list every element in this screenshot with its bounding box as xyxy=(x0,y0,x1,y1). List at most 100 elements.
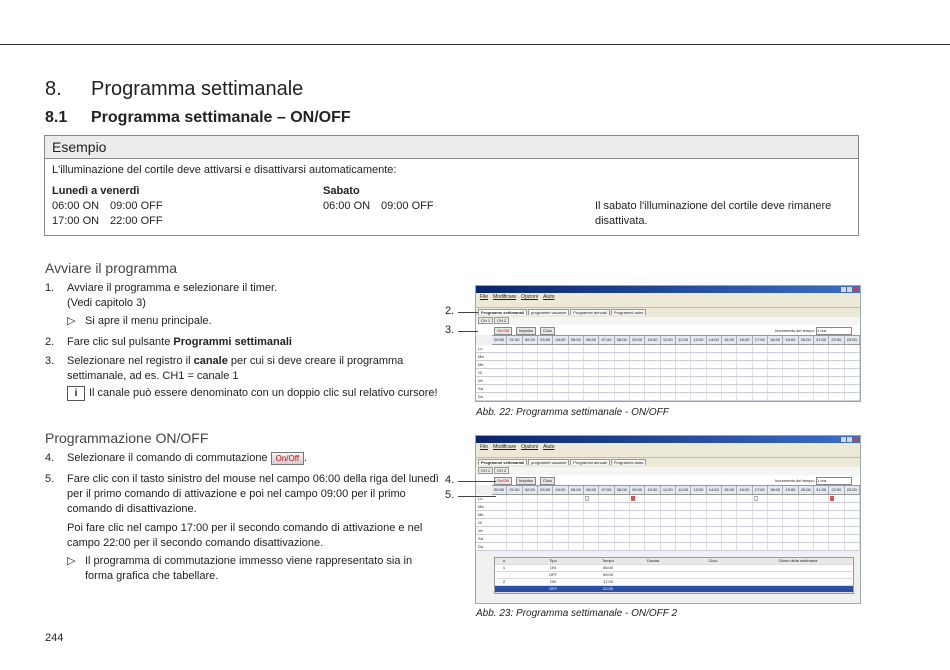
grid-cell[interactable] xyxy=(523,385,538,392)
grid-cell[interactable] xyxy=(492,527,508,534)
grid-cell[interactable] xyxy=(691,519,707,526)
grid-cell[interactable] xyxy=(814,519,830,526)
grid-cell[interactable] xyxy=(507,495,523,502)
grid-cell[interactable] xyxy=(523,361,538,368)
grid-cell[interactable] xyxy=(829,511,845,518)
grid-cell[interactable] xyxy=(768,345,784,352)
grid-cell[interactable] xyxy=(783,385,799,392)
grid-cell[interactable] xyxy=(553,353,569,360)
grid-cell[interactable] xyxy=(645,511,661,518)
grid-cell[interactable] xyxy=(783,369,799,376)
grid-cell[interactable] xyxy=(507,543,523,550)
grid-cell[interactable] xyxy=(783,353,799,360)
grid-cell[interactable] xyxy=(584,361,600,368)
grid-cell[interactable] xyxy=(507,511,523,518)
grid-cell[interactable] xyxy=(768,495,784,502)
grid-cell[interactable] xyxy=(737,527,753,534)
grid-cell[interactable] xyxy=(753,543,768,550)
grid-cell[interactable] xyxy=(584,543,600,550)
grid-cell[interactable] xyxy=(538,393,554,400)
grid-cell[interactable] xyxy=(783,345,799,352)
grid-cell[interactable] xyxy=(615,535,630,542)
grid-cell[interactable] xyxy=(814,377,830,384)
grid-cell[interactable] xyxy=(799,503,814,510)
grid-cell[interactable] xyxy=(783,511,799,518)
grid-cell[interactable] xyxy=(523,353,538,360)
grid-cell[interactable] xyxy=(753,385,768,392)
grid-cell[interactable] xyxy=(829,353,845,360)
grid-cell[interactable] xyxy=(615,369,630,376)
grid-cell[interactable] xyxy=(722,543,738,550)
grid-cell[interactable] xyxy=(538,345,554,352)
grid-cell[interactable] xyxy=(569,345,584,352)
grid-cell[interactable] xyxy=(584,385,600,392)
grid-cell[interactable] xyxy=(676,511,692,518)
grid-cell[interactable] xyxy=(645,385,661,392)
grid-cell[interactable] xyxy=(553,503,569,510)
grid-cell[interactable] xyxy=(753,519,768,526)
grid-cell[interactable] xyxy=(737,377,753,384)
grid-cell[interactable] xyxy=(538,377,554,384)
grid-cell[interactable] xyxy=(645,353,661,360)
grid-cell[interactable] xyxy=(737,519,753,526)
grid-cell[interactable] xyxy=(599,543,615,550)
grid-cell[interactable] xyxy=(845,345,860,352)
grid-cell[interactable] xyxy=(737,345,753,352)
grid-cell[interactable] xyxy=(829,393,845,400)
grid-cell[interactable] xyxy=(753,503,768,510)
grid-cell[interactable] xyxy=(783,361,799,368)
grid-cell[interactable] xyxy=(630,511,646,518)
grid-cell[interactable] xyxy=(569,527,584,534)
grid-cell[interactable] xyxy=(599,385,615,392)
grid-cell[interactable] xyxy=(538,543,554,550)
grid-cell[interactable] xyxy=(584,527,600,534)
grid-cell[interactable] xyxy=(630,503,646,510)
grid-cell[interactable] xyxy=(768,527,784,534)
grid-cell[interactable] xyxy=(691,543,707,550)
grid-cell[interactable] xyxy=(799,345,814,352)
grid-cell[interactable] xyxy=(845,503,860,510)
grid-cell[interactable] xyxy=(538,503,554,510)
grid-cell[interactable] xyxy=(676,503,692,510)
grid-cell[interactable] xyxy=(691,385,707,392)
grid-cell[interactable] xyxy=(799,535,814,542)
grid-cell[interactable] xyxy=(523,535,538,542)
grid-cell[interactable] xyxy=(829,535,845,542)
grid-cell[interactable] xyxy=(645,393,661,400)
grid-cell[interactable] xyxy=(630,393,646,400)
grid-cell[interactable] xyxy=(768,519,784,526)
grid-cell[interactable] xyxy=(737,535,753,542)
grid-cell[interactable] xyxy=(492,377,508,384)
grid-cell[interactable] xyxy=(507,535,523,542)
grid-cell[interactable] xyxy=(737,393,753,400)
grid-cell[interactable] xyxy=(523,393,538,400)
grid-cell[interactable] xyxy=(645,519,661,526)
grid-cell[interactable] xyxy=(584,353,600,360)
grid-cell[interactable] xyxy=(707,543,722,550)
grid-cell[interactable] xyxy=(630,519,646,526)
grid-cell[interactable] xyxy=(569,535,584,542)
grid-cell[interactable] xyxy=(492,503,508,510)
grid-cell[interactable] xyxy=(845,353,860,360)
grid-cell[interactable] xyxy=(553,535,569,542)
grid-cell[interactable] xyxy=(523,511,538,518)
grid-cell[interactable] xyxy=(615,345,630,352)
grid-cell[interactable] xyxy=(737,361,753,368)
grid-cell[interactable] xyxy=(523,503,538,510)
grid-cell[interactable] xyxy=(569,543,584,550)
grid-cell[interactable] xyxy=(829,377,845,384)
grid-cell[interactable] xyxy=(615,503,630,510)
grid-cell[interactable] xyxy=(829,345,845,352)
grid-cell[interactable] xyxy=(507,385,523,392)
grid-cell[interactable] xyxy=(845,385,860,392)
grid-cell[interactable] xyxy=(569,361,584,368)
grid-cell[interactable] xyxy=(691,535,707,542)
grid-cell[interactable] xyxy=(584,369,600,376)
grid-cell[interactable] xyxy=(799,519,814,526)
grid-cell[interactable] xyxy=(845,377,860,384)
grid-cell[interactable] xyxy=(783,535,799,542)
grid-cell[interactable] xyxy=(753,527,768,534)
grid-cell[interactable] xyxy=(768,377,784,384)
grid-cell[interactable] xyxy=(553,543,569,550)
grid-cell[interactable] xyxy=(615,353,630,360)
